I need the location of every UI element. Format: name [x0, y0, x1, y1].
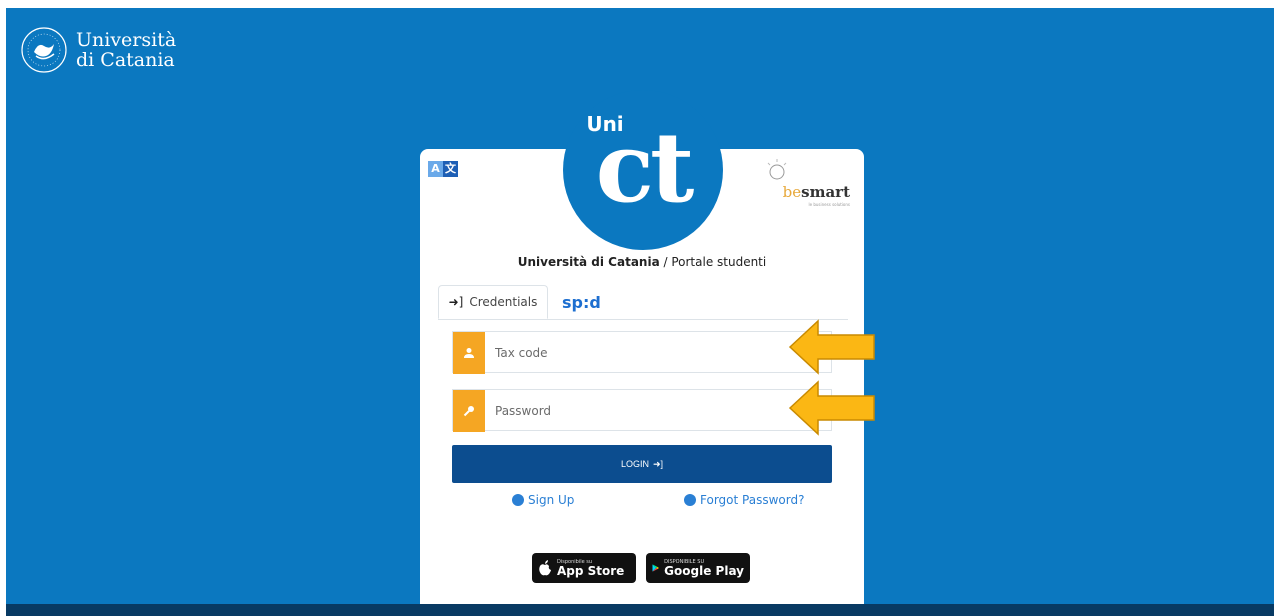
arrow-left-icon: [788, 380, 875, 436]
lightbulb-icon: [767, 159, 787, 180]
sign-up-link[interactable]: Sign Up: [512, 493, 574, 507]
sign-in-icon: ➜]: [448, 295, 464, 309]
user-circle-icon: [512, 494, 524, 506]
translate-button[interactable]: A 文: [428, 161, 458, 177]
login-page: Università di Catania A 文 besmart le bus…: [6, 8, 1274, 616]
user-icon: [453, 332, 485, 374]
app-store-badge[interactable]: Disponibile su App Store: [532, 553, 636, 583]
google-play-icon: [652, 564, 659, 572]
tax-code-field: [452, 331, 841, 374]
tab-spid[interactable]: sp:d: [562, 285, 601, 319]
tab-credentials-label: Credentials: [469, 295, 538, 309]
university-name-line2: di Catania: [76, 49, 175, 71]
spid-logo: sp:d: [562, 292, 601, 312]
footer-bar: [6, 604, 1274, 616]
login-button[interactable]: LOGIN ➜]: [452, 445, 832, 483]
sign-in-icon: ➜]: [652, 458, 664, 469]
user-circle-icon: [684, 494, 696, 506]
portal-title: Università di Catania / Portale studenti: [420, 255, 864, 269]
app-store-big: App Store: [557, 563, 625, 578]
forgot-password-label: Forgot Password?: [700, 493, 805, 507]
besmart-be: be: [782, 183, 802, 201]
login-button-label: LOGIN: [620, 459, 649, 469]
google-play-badge[interactable]: DISPONIBILE SU Google Play: [646, 553, 750, 583]
besmart-wordmark: besmart: [783, 183, 850, 201]
arrow-left-icon: [788, 319, 875, 375]
google-play-big: Google Play: [664, 563, 744, 578]
translate-icon-b: 文: [443, 161, 458, 177]
university-name: Università di Catania: [76, 30, 176, 70]
circle-logo-ct: ct: [595, 111, 695, 224]
besmart-tagline: le business solutions: [808, 202, 850, 207]
portal-title-university: Università di Catania: [517, 255, 660, 269]
password-field: [452, 389, 841, 432]
university-name-line1: Università: [76, 29, 177, 51]
key-icon: [453, 390, 485, 432]
tab-credentials[interactable]: ➜] Credentials: [438, 285, 548, 319]
apple-icon: [539, 560, 551, 576]
university-seal-icon: [21, 27, 67, 73]
portal-title-section: / Portale studenti: [659, 255, 767, 269]
university-logo[interactable]: Università di Catania: [20, 26, 176, 74]
besmart-logo: besmart le business solutions: [754, 157, 850, 207]
unict-circle-logo: Uni ct: [563, 90, 723, 250]
forgot-password-link[interactable]: Forgot Password?: [684, 493, 804, 507]
login-tabs: ➜] Credentials sp:d: [438, 285, 848, 320]
translate-icon-a: A: [428, 161, 443, 177]
sign-up-label: Sign Up: [528, 493, 575, 507]
besmart-smart: smart: [801, 183, 850, 201]
